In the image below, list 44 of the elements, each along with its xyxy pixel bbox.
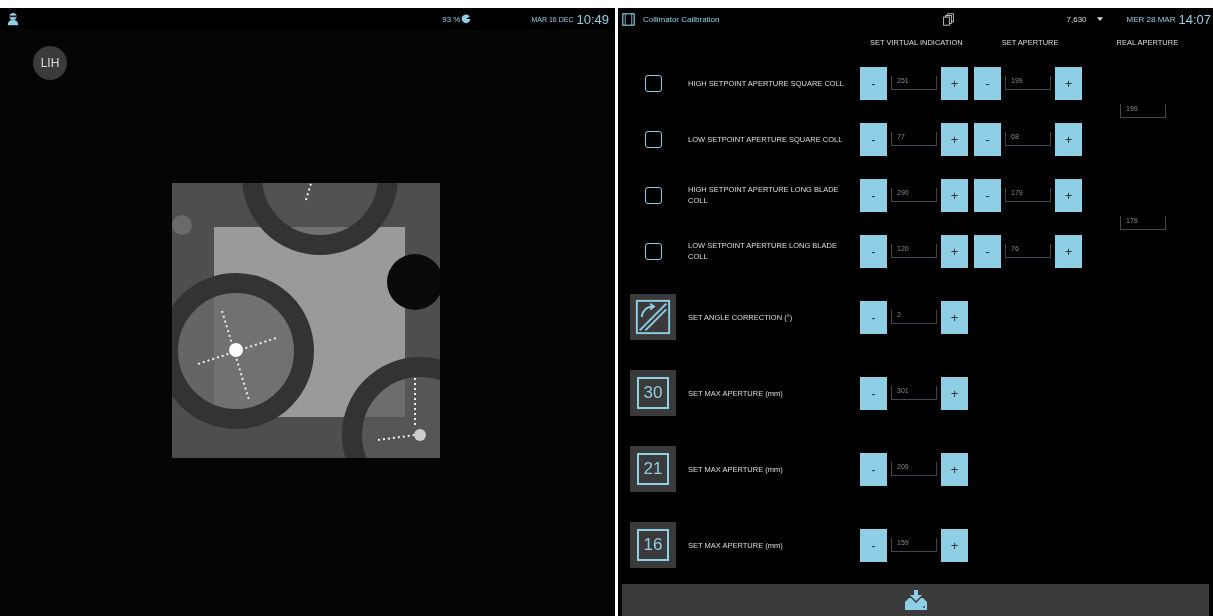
counter-value: 7,630 xyxy=(1066,14,1087,24)
minus-button[interactable]: - xyxy=(860,376,887,410)
plus-button[interactable]: + xyxy=(941,528,968,562)
plus-button[interactable]: + xyxy=(941,234,968,268)
plus-button[interactable]: + xyxy=(941,66,968,100)
number-tile[interactable]: 30 xyxy=(630,370,676,416)
plus-button[interactable]: + xyxy=(941,452,968,486)
minus-button[interactable]: - xyxy=(860,178,887,212)
plus-button[interactable]: + xyxy=(1055,66,1082,100)
frame-icon[interactable] xyxy=(622,12,635,26)
status-time: 10:49 xyxy=(576,11,609,27)
user-icon[interactable] xyxy=(6,12,20,26)
copies-icon[interactable] xyxy=(941,12,955,26)
plus-button[interactable]: + xyxy=(1055,122,1082,156)
header-time: 14:07 xyxy=(1178,11,1211,27)
pie-icon xyxy=(461,14,472,24)
caret-icon[interactable] xyxy=(1096,16,1103,22)
download-tray-icon xyxy=(903,590,928,610)
minus-button[interactable]: - xyxy=(974,178,1001,212)
number-tile[interactable]: 16 xyxy=(630,522,676,568)
checkbox[interactable] xyxy=(644,242,662,260)
minus-button[interactable]: - xyxy=(974,66,1001,100)
minus-button[interactable]: - xyxy=(860,122,887,156)
minus-button[interactable]: - xyxy=(860,300,887,334)
minus-button[interactable]: - xyxy=(860,66,887,100)
minus-button[interactable]: - xyxy=(974,234,1001,268)
checkbox[interactable] xyxy=(644,74,662,92)
battery-level: 93 % xyxy=(442,14,461,24)
plus-button[interactable]: + xyxy=(941,376,968,410)
plus-button[interactable]: + xyxy=(941,122,968,156)
minus-button[interactable]: - xyxy=(860,234,887,268)
number-tile[interactable]: 21 xyxy=(630,446,676,492)
header-date: MER 28 MAR xyxy=(1126,14,1176,24)
minus-button[interactable]: - xyxy=(860,452,887,486)
minus-button[interactable]: - xyxy=(974,122,1001,156)
checkbox[interactable] xyxy=(644,130,662,148)
plus-button[interactable]: + xyxy=(1055,178,1082,212)
angle-tile-icon[interactable] xyxy=(630,294,676,340)
plus-button[interactable]: + xyxy=(1055,234,1082,268)
plus-button[interactable]: + xyxy=(941,300,968,334)
minus-button[interactable]: - xyxy=(860,528,887,562)
plus-button[interactable]: + xyxy=(941,178,968,212)
window-title: Collimator Calibration xyxy=(643,14,720,24)
checkbox[interactable] xyxy=(644,186,662,204)
